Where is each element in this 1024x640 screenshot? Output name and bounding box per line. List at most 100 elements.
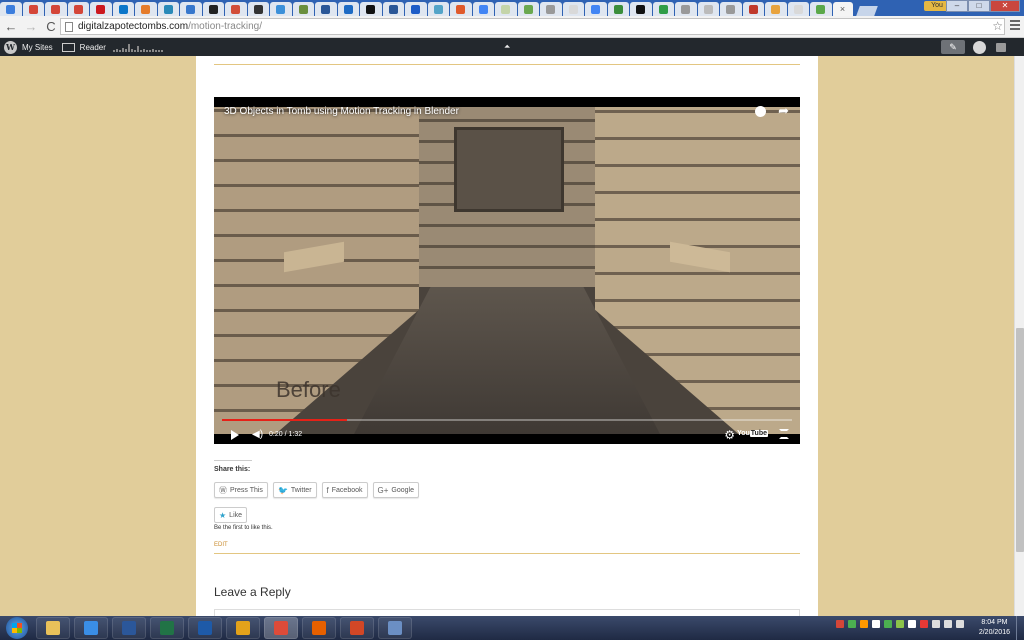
browser-tab[interactable] xyxy=(360,2,382,16)
tray-icon[interactable] xyxy=(944,620,952,628)
tab-close-icon[interactable]: × xyxy=(840,4,845,14)
browser-tab[interactable] xyxy=(45,2,67,16)
browser-tab[interactable] xyxy=(697,2,719,16)
browser-tab[interactable] xyxy=(810,2,832,16)
browser-tab[interactable] xyxy=(787,2,809,16)
taskbar-app-word[interactable] xyxy=(112,617,146,639)
edit-link[interactable]: EDIT xyxy=(214,542,228,548)
wordpress-logo-icon[interactable]: W xyxy=(4,40,17,54)
google-share-button[interactable]: G+ Google xyxy=(372,482,419,498)
browser-tab[interactable] xyxy=(720,2,742,16)
twitter-share-button[interactable]: 🐦 Twitter xyxy=(272,482,317,498)
tray-icon[interactable] xyxy=(884,620,892,628)
bookmark-star-icon[interactable]: ☆ xyxy=(992,19,1003,33)
scrollbar-thumb[interactable] xyxy=(1016,328,1024,552)
taskbar-app-internet-explorer[interactable] xyxy=(74,617,108,639)
browser-tab[interactable] xyxy=(562,2,584,16)
address-bar[interactable]: digitalzapotectombs.com/motion-tracking/… xyxy=(60,18,1005,35)
avatar[interactable] xyxy=(973,40,986,54)
tray-icon[interactable] xyxy=(848,620,856,628)
taskbar-clock[interactable]: 8:04 PM 2/20/2016 xyxy=(979,618,1010,638)
settings-gear-icon[interactable]: ⚙ xyxy=(724,428,735,442)
youtube-video-player[interactable]: 3D Objects in Tomb using Motion Tracking… xyxy=(214,97,800,444)
browser-tab[interactable] xyxy=(270,2,292,16)
browser-tab[interactable] xyxy=(315,2,337,16)
browser-tab[interactable] xyxy=(472,2,494,16)
taskbar-app-outlook[interactable] xyxy=(226,617,260,639)
browser-tab[interactable] xyxy=(90,2,112,16)
show-desktop-button[interactable] xyxy=(1016,616,1024,640)
write-post-button[interactable]: ✎ xyxy=(941,40,965,54)
start-button[interactable] xyxy=(6,617,28,639)
play-icon[interactable] xyxy=(231,429,239,440)
taskbar-app-app-blue[interactable] xyxy=(188,617,222,639)
tray-icon[interactable] xyxy=(920,620,928,628)
browser-tab[interactable] xyxy=(652,2,674,16)
video-progress-bar[interactable] xyxy=(222,419,792,421)
volume-icon[interactable]: ◀) xyxy=(252,429,263,440)
active-browser-tab[interactable]: × xyxy=(832,2,853,16)
taskbar-app-excel[interactable] xyxy=(150,617,184,639)
browser-tab[interactable] xyxy=(202,2,224,16)
taskbar-app-chrome[interactable] xyxy=(264,617,298,639)
share-icon[interactable]: ➦ xyxy=(778,103,789,119)
browser-tab[interactable] xyxy=(450,2,472,16)
video-title[interactable]: 3D Objects in Tomb using Motion Tracking… xyxy=(224,106,459,117)
browser-tab[interactable] xyxy=(112,2,134,16)
reader-link[interactable]: Reader xyxy=(80,43,106,52)
browser-tab[interactable] xyxy=(765,2,787,16)
press-this-button[interactable]: Ⓦ Press This xyxy=(214,482,268,498)
minimize-button[interactable]: – xyxy=(946,0,968,12)
back-button[interactable]: ← xyxy=(2,18,20,36)
tray-icon[interactable] xyxy=(860,620,868,628)
collapse-icon[interactable]: ⏶ xyxy=(504,42,510,52)
like-button[interactable]: ★ Like xyxy=(214,507,248,523)
taskbar-app-firefox[interactable] xyxy=(302,617,336,639)
maximize-button[interactable]: □ xyxy=(968,0,990,12)
stats-sparkline[interactable] xyxy=(112,42,164,52)
browser-tab[interactable] xyxy=(495,2,517,16)
browser-tab[interactable] xyxy=(742,2,764,16)
browser-tab[interactable] xyxy=(22,2,44,16)
browser-tab[interactable] xyxy=(67,2,89,16)
taskbar-app-powerpoint[interactable] xyxy=(340,617,374,639)
browser-tab[interactable] xyxy=(382,2,404,16)
watch-later-icon[interactable] xyxy=(755,106,766,117)
browser-tab[interactable] xyxy=(337,2,359,16)
browser-tab[interactable] xyxy=(247,2,269,16)
browser-tab[interactable] xyxy=(135,2,157,16)
fullscreen-icon[interactable] xyxy=(779,429,789,439)
youtube-logo-icon[interactable]: YouTube xyxy=(737,430,768,437)
browser-tab[interactable] xyxy=(0,2,22,16)
browser-tab[interactable] xyxy=(607,2,629,16)
browser-tab[interactable] xyxy=(157,2,179,16)
my-sites-link[interactable]: My Sites xyxy=(22,43,53,52)
taskbar-app-explorer[interactable] xyxy=(36,617,70,639)
taskbar-app-window[interactable] xyxy=(378,617,412,639)
tray-icon[interactable] xyxy=(836,620,844,628)
browser-tab[interactable] xyxy=(675,2,697,16)
browser-tab[interactable] xyxy=(225,2,247,16)
notifications-icon[interactable] xyxy=(996,42,1006,52)
tray-icon[interactable] xyxy=(908,620,916,628)
facebook-share-button[interactable]: f Facebook xyxy=(321,482,368,498)
browser-tab[interactable] xyxy=(427,2,449,16)
browser-tab[interactable] xyxy=(517,2,539,16)
reload-button[interactable]: C xyxy=(42,18,60,36)
reader-icon[interactable] xyxy=(61,42,75,52)
tray-icon[interactable] xyxy=(956,620,964,628)
browser-tab[interactable] xyxy=(630,2,652,16)
menu-icon[interactable] xyxy=(1010,20,1020,32)
browser-tab[interactable] xyxy=(180,2,202,16)
page-scrollbar[interactable] xyxy=(1014,56,1024,616)
browser-tab[interactable] xyxy=(585,2,607,16)
tray-icon[interactable] xyxy=(896,620,904,628)
new-tab-button[interactable] xyxy=(855,6,878,16)
tray-icon[interactable] xyxy=(872,620,880,628)
close-window-button[interactable]: ✕ xyxy=(990,0,1020,12)
tray-icon[interactable] xyxy=(932,620,940,628)
browser-tab[interactable] xyxy=(540,2,562,16)
browser-tab[interactable] xyxy=(292,2,314,16)
browser-tab[interactable] xyxy=(405,2,427,16)
forward-button[interactable]: → xyxy=(22,18,40,36)
